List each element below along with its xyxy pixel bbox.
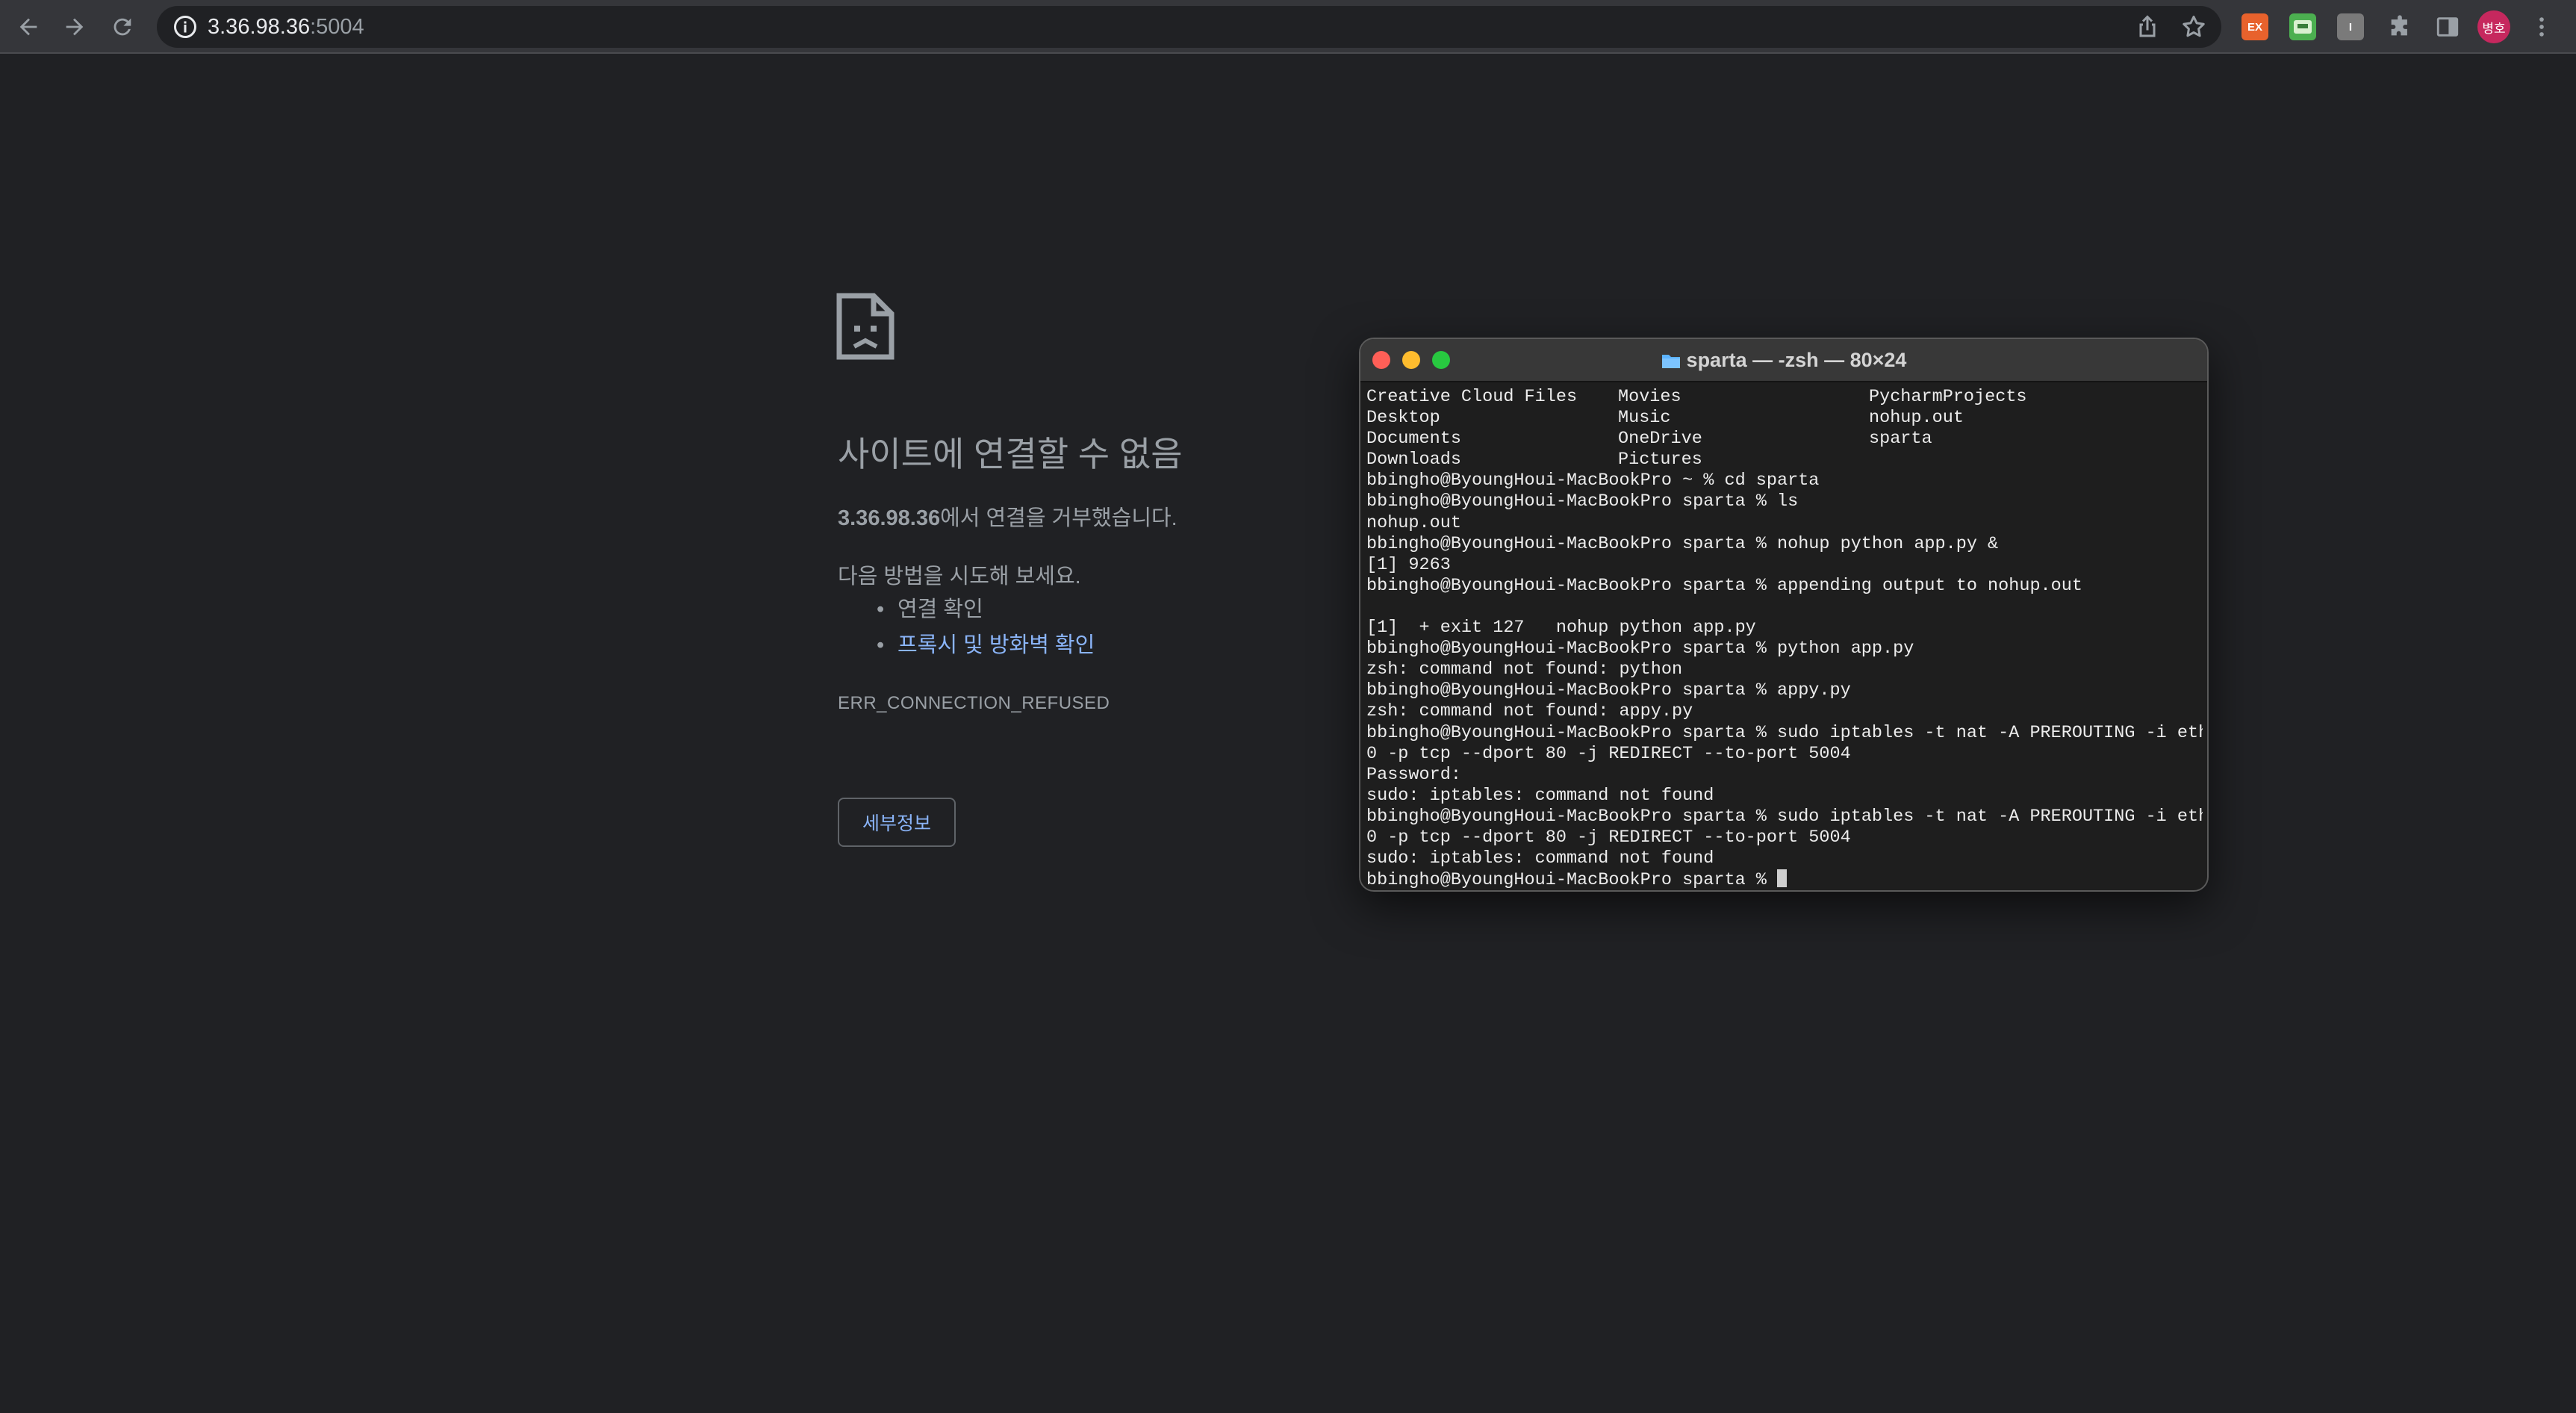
url-text[interactable]: 3.36.98.36:5004 — [208, 6, 364, 48]
terminal-title: sparta — -zsh — 80×24 — [1360, 339, 2207, 381]
url-host: 3.36.98.36 — [208, 15, 311, 39]
browser-toolbar: 3.36.98.36:5004 EX I 병호 — [0, 0, 2576, 54]
terminal-line: bbingho@ByoungHoui-MacBookPro sparta % a… — [1366, 680, 1851, 701]
ls-entry: sparta — [1869, 429, 1932, 450]
suggestion-check-proxy-firewall-link[interactable]: 프록시 및 방화벽 확인 — [875, 630, 1095, 666]
ls-entry: OneDrive — [1618, 429, 1702, 450]
ls-entry: Desktop — [1366, 408, 1440, 429]
error-heading: 사이트에 연결할 수 없음 — [838, 435, 1183, 473]
terminal-line: Password: — [1366, 764, 1461, 785]
i-extension-icon[interactable]: I — [2337, 13, 2364, 40]
bookmark-star-icon[interactable] — [2180, 13, 2207, 40]
terminal-line: zsh: command not found: appy.py — [1366, 701, 1693, 722]
kebab-menu-icon — [2539, 17, 2544, 37]
terminal-line: bbingho@ByoungHoui-MacBookPro sparta % n… — [1366, 533, 1999, 554]
sad-document-icon — [836, 293, 895, 360]
folder-icon — [1661, 355, 1680, 368]
terminal-line: bbingho@ByoungHoui-MacBookPro sparta % s… — [1366, 806, 2203, 827]
ls-entry: Downloads — [1366, 450, 1461, 471]
arrow-right-icon — [66, 18, 84, 36]
ls-entry: Movies — [1618, 387, 1681, 407]
error-summary-text: 에서 연결을 거부했습니다. — [940, 506, 1177, 530]
translate-extension-icon[interactable] — [2289, 13, 2316, 40]
terminal-line: sudo: iptables: command not found — [1366, 785, 1714, 806]
terminal-output[interactable]: Creative Cloud Files Movies PycharmProject… — [1366, 387, 2203, 890]
terminal-line: bbingho@ByoungHoui-MacBookPro ~ % cd spa… — [1366, 471, 1820, 491]
terminal-line: 0 -p tcp --dport 80 -j REDIRECT --to-por… — [1366, 743, 1851, 764]
translate-glyph-icon — [2294, 20, 2312, 34]
terminal-title-text: sparta — -zsh — 80×24 — [1686, 349, 1907, 371]
terminal-window[interactable]: sparta — -zsh — 80×24 Creative Cloud Fil… — [1359, 338, 2209, 892]
terminal-line: bbingho@ByoungHoui-MacBookPro sparta % s… — [1366, 722, 2203, 743]
error-host: 3.36.98.36 — [838, 506, 941, 530]
ls-row: Desktop Music nohup.out — [1366, 408, 2203, 429]
side-panel-icon — [2436, 17, 2459, 37]
error-code: ERR_CONNECTION_REFUSED — [838, 693, 1110, 713]
terminal-line: bbingho@ByoungHoui-MacBookPro sparta % l… — [1366, 491, 1799, 512]
ls-row: Documents OneDrive sparta — [1366, 429, 2203, 450]
ls-entry: Pictures — [1618, 450, 1702, 471]
terminal-line: bbingho@ByoungHoui-MacBookPro sparta % a… — [1366, 575, 2082, 596]
browser-menu-button[interactable] — [2524, 9, 2560, 45]
info-icon[interactable] — [172, 13, 199, 40]
puzzle-icon — [2391, 15, 2407, 36]
ls-entry: Documents — [1366, 429, 1461, 450]
terminal-line: nohup.out — [1366, 512, 1461, 533]
terminal-line: 0 -p tcp --dport 80 -j REDIRECT --to-por… — [1366, 827, 1851, 848]
terminal-titlebar[interactable]: sparta — -zsh — 80×24 — [1360, 339, 2207, 382]
arrow-left-icon — [19, 18, 37, 36]
terminal-line: [1] + exit 127 nohup python app.py — [1366, 618, 1756, 639]
ls-entry: PycharmProjects — [1869, 387, 2027, 407]
terminal-line: bbingho@ByoungHoui-MacBookPro sparta % p… — [1366, 639, 1914, 659]
error-summary: 3.36.98.36에서 연결을 거부했습니다. — [838, 500, 1177, 532]
details-button[interactable]: 세부정보 — [838, 798, 956, 847]
ls-entry: Creative Cloud Files — [1366, 387, 1578, 407]
address-bar[interactable]: 3.36.98.36:5004 — [157, 6, 2221, 48]
extensions-button[interactable] — [2382, 9, 2418, 45]
suggestions-list: 연결 확인 프록시 및 방화벽 확인 — [875, 594, 1095, 666]
suggestions-heading: 다음 방법을 시도해 보세요. — [838, 565, 1081, 589]
reload-icon — [113, 18, 131, 36]
profile-avatar[interactable]: 병호 — [2477, 10, 2510, 43]
terminal-prompt: bbingho@ByoungHoui-MacBookPro sparta % — [1366, 870, 1777, 891]
terminal-cursor — [1777, 869, 1787, 888]
reload-button[interactable] — [105, 9, 140, 45]
ls-entry: nohup.out — [1869, 408, 1964, 429]
terminal-line: sudo: iptables: command not found — [1366, 848, 1714, 869]
forward-button[interactable] — [57, 9, 93, 45]
suggestion-check-connection: 연결 확인 — [875, 594, 1095, 630]
side-panel-button[interactable] — [2430, 9, 2465, 45]
terminal-line: zsh: command not found: python — [1366, 659, 1683, 680]
ex-extension-icon[interactable]: EX — [2241, 13, 2268, 40]
ls-entry: Music — [1618, 408, 1671, 429]
ls-row: Creative Cloud Files Movies PycharmProject… — [1366, 387, 2203, 408]
ls-row: Downloads Pictures — [1366, 450, 2203, 471]
terminal-prompt-line[interactable]: bbingho@ByoungHoui-MacBookPro sparta % — [1366, 869, 2203, 890]
back-button[interactable] — [10, 9, 46, 45]
terminal-line: [1] 9263 — [1366, 554, 1451, 575]
share-icon[interactable] — [2134, 13, 2161, 40]
url-port: :5004 — [310, 15, 364, 39]
